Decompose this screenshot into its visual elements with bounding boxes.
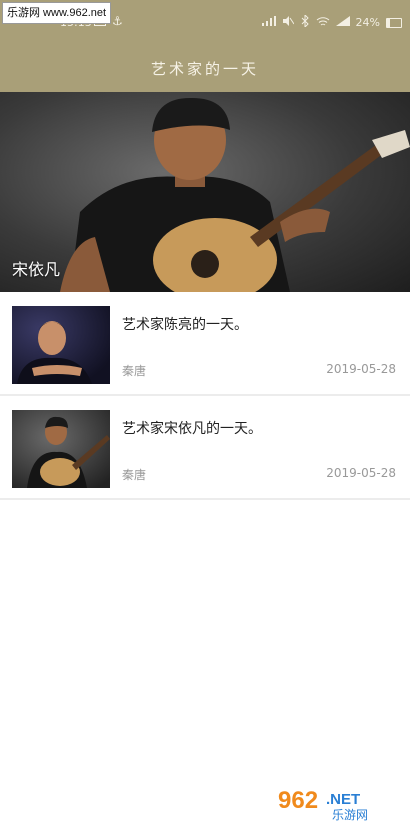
watermark-top: 乐游网 www.962.net: [2, 2, 112, 24]
article-source: 秦唐: [122, 364, 147, 378]
list-item[interactable]: 艺术家宋依凡的一天。 秦唐 2019-05-28: [0, 396, 410, 500]
watermark-logo-number: 962: [278, 787, 318, 814]
bluetooth-icon: [300, 13, 310, 30]
list-item[interactable]: 艺术家陈亮的一天。 秦唐 2019-05-28: [0, 292, 410, 396]
article-date: 2019-05-28: [326, 362, 396, 376]
hero-banner[interactable]: 宋依凡: [0, 92, 410, 292]
wifi-icon: [316, 16, 330, 30]
signal-icon: [261, 16, 276, 29]
battery-percent: 24%: [355, 16, 380, 29]
article-date: 2019-05-28: [326, 466, 396, 480]
notification-icon: ⚓: [112, 14, 123, 28]
article-title: 艺术家宋依凡的一天。: [122, 421, 262, 437]
watermark-logo-name: 乐游网: [332, 808, 368, 822]
article-source: 秦唐: [122, 468, 147, 482]
article-thumbnail: [12, 306, 110, 384]
hero-caption: 宋依凡: [12, 260, 61, 279]
article-title: 艺术家陈亮的一天。: [122, 317, 248, 333]
mute-icon: [282, 15, 294, 30]
cell-signal-icon: [335, 16, 350, 29]
watermark-logo-net: .NET: [326, 791, 360, 808]
page-title: 艺术家的一天: [150, 60, 259, 78]
article-thumbnail: [12, 410, 110, 488]
article-list: 艺术家陈亮的一天。 秦唐 2019-05-28 艺术家宋依凡的一天。 秦唐 20…: [0, 292, 410, 500]
watermark-logo: 962 .NET 乐游网: [274, 782, 402, 824]
battery-icon: [386, 17, 402, 28]
hero-photo: [60, 97, 410, 292]
status-icons: 24%: [261, 13, 402, 30]
